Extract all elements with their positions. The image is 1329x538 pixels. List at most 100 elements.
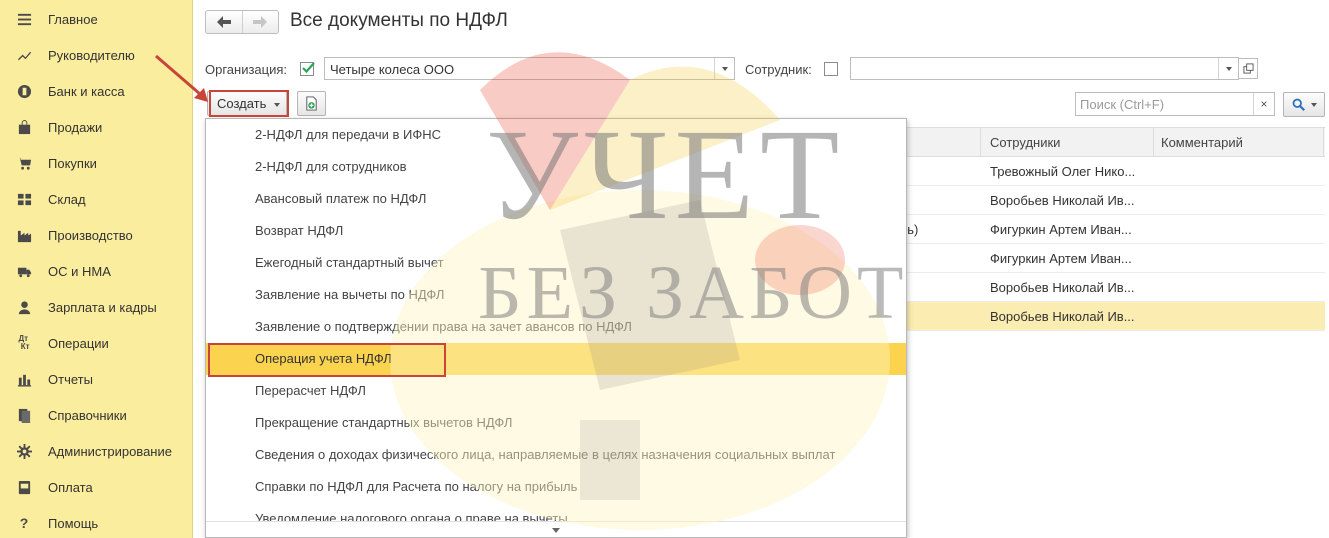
organization-checkbox[interactable] (300, 62, 315, 76)
chevron-down-icon (1310, 102, 1317, 107)
menu-item-label: Ежегодный стандартный вычет (255, 255, 444, 270)
menu-item[interactable]: Авансовый платеж по НДФЛ (206, 183, 906, 215)
trend-icon (16, 47, 32, 63)
table-cell-employee: Тревожный Олег Нико... (990, 164, 1136, 179)
search-input[interactable]: Поиск (Ctrl+F) × (1075, 92, 1275, 116)
warehouse-icon (16, 191, 32, 207)
add-document-icon (306, 96, 317, 111)
table-cell-employee: Воробьев Николай Ив... (990, 193, 1135, 208)
sidebar-item-help[interactable]: ? Помощь (0, 505, 193, 538)
menu-item-label: Сведения о доходах физического лица, нап… (255, 447, 836, 462)
menu-item[interactable]: 2-НДФЛ для передачи в ИФНС (206, 119, 906, 151)
column-separator (1323, 128, 1324, 157)
menu-item[interactable]: Прекращение стандартных вычетов НДФЛ (206, 407, 906, 439)
bag-icon (16, 119, 32, 135)
sidebar-item-references[interactable]: Справочники (0, 397, 193, 433)
employee-open-button[interactable] (1238, 58, 1258, 79)
books-icon (16, 407, 32, 423)
menu-item-label: Справки по НДФЛ для Расчета по налогу на… (255, 479, 578, 494)
sidebar-item-label: Зарплата и кадры (48, 299, 157, 315)
coin-icon (16, 83, 32, 99)
column-comment[interactable]: Комментарий (1161, 135, 1243, 150)
question-icon: ? (19, 515, 29, 531)
dt-kt-icon: Дт Кт (18, 334, 30, 351)
gear-icon (16, 443, 32, 459)
arrow-right-icon (253, 16, 268, 28)
page-title: Все документы по НДФЛ (290, 10, 508, 31)
organization-value: Четыре колеса ООО (330, 62, 455, 77)
organization-field[interactable]: Четыре колеса ООО (324, 57, 735, 80)
search-placeholder: Поиск (Ctrl+F) (1080, 97, 1165, 112)
table-cell-employee: Воробьев Николай Ив... (990, 309, 1135, 324)
sidebar-item-payment[interactable]: Оплата (0, 469, 193, 505)
sidebar-item-main[interactable]: Главное (0, 1, 193, 37)
table-cell-employee: Воробьев Николай Ив... (990, 280, 1135, 295)
sidebar-item-label: Операции (48, 335, 109, 351)
add-document-button[interactable] (297, 91, 326, 116)
sidebar-item-label: ОС и НМА (48, 263, 111, 279)
employee-dropdown-button[interactable] (1218, 58, 1238, 79)
bar-chart-icon (16, 371, 32, 387)
sidebar-item-sales[interactable]: Продажи (0, 109, 193, 145)
menu-item-label: Возврат НДФЛ (255, 223, 344, 238)
menu-item-label: Перерасчет НДФЛ (255, 383, 366, 398)
menu-item-label: Заявление о подтверждении права на зачет… (255, 319, 632, 334)
sidebar-item-reports[interactable]: Отчеты (0, 361, 193, 397)
employee-label: Сотрудник: (745, 62, 812, 77)
menu-item-label: Авансовый платеж по НДФЛ (255, 191, 427, 206)
employee-field[interactable] (850, 57, 1239, 80)
cart-icon (16, 155, 32, 171)
menu-icon (16, 11, 32, 27)
create-dropdown-menu: 2-НДФЛ для передачи в ИФНС 2-НДФЛ для со… (205, 118, 907, 538)
column-employees[interactable]: Сотрудники (990, 135, 1060, 150)
annotation-create-box (209, 90, 289, 117)
sidebar-item-warehouse[interactable]: Склад (0, 181, 193, 217)
sidebar-item-label: Руководителю (48, 47, 135, 63)
app-window: Главное Руководителю Банк и касса Продаж… (0, 0, 1329, 538)
check-icon (302, 62, 315, 74)
sidebar-item-label: Помощь (48, 515, 99, 531)
menu-item-label: 2-НДФЛ для передачи в ИФНС (255, 127, 442, 142)
payment-icon (16, 479, 32, 495)
menu-item[interactable]: 2-НДФЛ для сотрудников (206, 151, 906, 183)
organization-dropdown-button[interactable] (714, 58, 734, 79)
sidebar-item-label: Банк и касса (48, 83, 125, 99)
sidebar-item-label: Отчеты (48, 371, 93, 387)
table-cell-employee: Фигуркин Артем Иван... (990, 251, 1132, 266)
person-icon (16, 299, 32, 315)
open-window-icon (1242, 63, 1254, 74)
sidebar-item-production[interactable]: Производство (0, 217, 193, 253)
column-separator (980, 128, 981, 157)
search-clear-button[interactable]: × (1253, 93, 1274, 115)
sidebar-item-salary[interactable]: Зарплата и кадры (0, 289, 193, 325)
menu-scroll-down-button[interactable] (206, 521, 906, 537)
sidebar-item-label: Продажи (48, 119, 103, 135)
menu-item[interactable]: Заявление на вычеты по НДФЛ (206, 279, 906, 311)
sidebar-item-purchases[interactable]: Покупки (0, 145, 193, 181)
menu-item[interactable]: Перерасчет НДФЛ (206, 375, 906, 407)
truck-icon (16, 263, 32, 279)
sidebar-item-admin[interactable]: Администрирование (0, 433, 193, 469)
forward-button[interactable] (241, 11, 278, 33)
sidebar-item-assets[interactable]: ОС и НМА (0, 253, 193, 289)
search-button[interactable] (1283, 92, 1325, 117)
search-icon (1292, 98, 1305, 111)
factory-icon (16, 227, 32, 243)
nav-buttons (205, 10, 279, 34)
menu-item[interactable]: Возврат НДФЛ (206, 215, 906, 247)
annotation-highlight-box (208, 343, 446, 377)
menu-item-label: Заявление на вычеты по НДФЛ (255, 287, 445, 302)
sidebar-item-label: Оплата (48, 479, 93, 495)
column-separator (1153, 128, 1154, 157)
menu-item[interactable]: Ежегодный стандартный вычет (206, 247, 906, 279)
menu-item[interactable]: Сведения о доходах физического лица, нап… (206, 439, 906, 471)
menu-item-label: 2-НДФЛ для сотрудников (255, 159, 407, 174)
menu-item[interactable]: Справки по НДФЛ для Расчета по налогу на… (206, 471, 906, 503)
employee-checkbox[interactable] (824, 62, 838, 76)
sidebar-item-label: Производство (48, 227, 133, 243)
sidebar-item-label: Покупки (48, 155, 97, 171)
sidebar-item-operations[interactable]: Дт Кт Операции (0, 325, 193, 361)
menu-item[interactable]: Заявление о подтверждении права на зачет… (206, 311, 906, 343)
back-button[interactable] (206, 11, 242, 33)
annotation-arrow-icon (155, 54, 208, 102)
